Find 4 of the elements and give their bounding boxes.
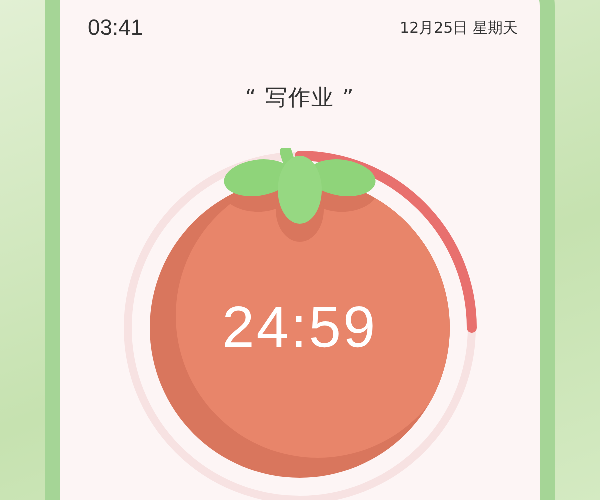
task-title: “ 写作业 ” <box>245 85 355 113</box>
status-time: 03:41 <box>88 15 144 41</box>
status-date: 12月25日 星期天 <box>400 18 518 38</box>
timer-reading: 24:59 <box>222 296 378 360</box>
